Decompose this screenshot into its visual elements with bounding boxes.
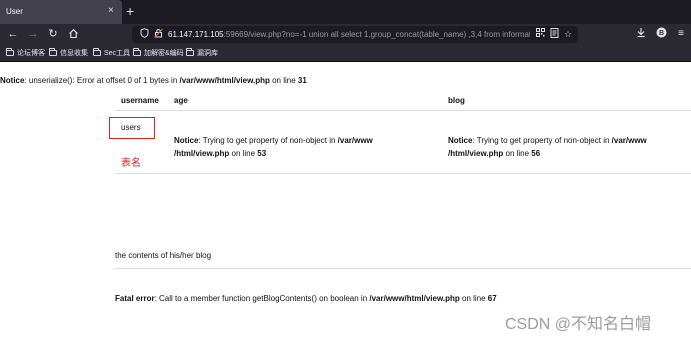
age-cell-notice: Notice: Trying to get property of non-ob…	[174, 134, 373, 160]
bookmark-label: 加解密&编码	[144, 50, 184, 57]
notice-path: /var/www	[337, 136, 373, 145]
bookmark-folder-1[interactable]: 信息收集	[49, 48, 88, 59]
notice-label: Notice	[448, 136, 473, 145]
back-arrow-icon[interactable]: ←	[6, 27, 20, 41]
notice-message: : unserialize(): Error at offset 0 of 1 …	[24, 76, 180, 85]
tab-title: User	[6, 7, 23, 16]
bookmark-label: 信息收集	[60, 50, 88, 57]
menu-icon[interactable]: ≡	[674, 27, 688, 41]
bookmark-star-icon[interactable]: ☆	[562, 28, 574, 40]
notice-path: /html/view.php	[448, 149, 504, 158]
navigation-toolbar: ← → ↻ 61.147.171.105:59669/view.php?no=-…	[0, 24, 691, 45]
table-divider	[115, 173, 691, 174]
notice-message: : Trying to get property of non-object i…	[198, 136, 338, 145]
address-bar[interactable]: 61.147.171.105:59669/view.php?no=-1 unio…	[132, 26, 578, 43]
tab-user[interactable]: User ×	[0, 0, 122, 24]
svg-text:B: B	[658, 30, 663, 37]
forward-arrow-icon[interactable]: →	[26, 27, 40, 41]
watermark: CSDN @不知名白帽	[505, 316, 652, 333]
notice-label: Notice	[174, 136, 199, 145]
header-age: age	[174, 96, 188, 105]
tab-bar: User × +	[0, 0, 691, 24]
bookmark-label: 漏洞库	[197, 50, 218, 57]
blog-cell-notice: Notice: Trying to get property of non-ob…	[448, 134, 647, 160]
folder-icon	[93, 48, 101, 56]
bookmark-folder-0[interactable]: 论坛博客	[6, 48, 45, 59]
bookmarks-toolbar: 论坛博客 信息收集 Sec工具 加解密&编码 漏洞库	[0, 45, 691, 62]
close-tab-icon[interactable]: ×	[108, 5, 114, 17]
download-icon[interactable]	[634, 27, 648, 41]
reload-icon[interactable]: ↻	[46, 27, 60, 41]
fatal-error: Fatal error: Call to a member function g…	[115, 294, 497, 303]
home-icon[interactable]	[66, 27, 80, 41]
new-tab-button[interactable]: +	[126, 3, 134, 19]
blog-contents-text: the contents of his/her blog	[115, 251, 212, 260]
fatal-path: /var/www/html/view.php	[369, 294, 460, 303]
folder-icon	[6, 48, 14, 56]
fatal-line-number: 67	[487, 294, 497, 303]
annotation-table-name: 表名	[121, 158, 141, 169]
url-path: :59669/view.php?no=-1 union all select 1…	[223, 30, 530, 39]
notice-unserialize: Notice: unserialize(): Error at offset 0…	[0, 76, 307, 85]
notice-on-line: on line	[269, 76, 298, 85]
header-blog: blog	[448, 96, 465, 105]
qr-code-icon[interactable]	[534, 28, 546, 40]
fatal-label: Fatal error	[115, 294, 155, 303]
shield-icon[interactable]	[138, 28, 150, 40]
folder-icon	[133, 48, 141, 56]
notice-line-number: 56	[531, 149, 541, 158]
notice-path: /var/www	[611, 136, 647, 145]
notice-message: : Trying to get property of non-object i…	[472, 136, 612, 145]
fatal-on-line: on line	[459, 294, 488, 303]
bookmark-folder-2[interactable]: Sec工具	[93, 48, 130, 59]
notice-line-number: 53	[257, 149, 267, 158]
username-cell: users	[121, 123, 141, 132]
bookmark-label: Sec工具	[104, 50, 131, 57]
bookmark-folder-4[interactable]: 漏洞库	[186, 48, 218, 59]
notice-on-line: on line	[503, 149, 532, 158]
url-host: 61.147.171.105	[168, 30, 224, 39]
folder-icon	[49, 48, 57, 56]
url-text[interactable]: 61.147.171.105:59669/view.php?no=-1 unio…	[168, 29, 530, 40]
bookmark-folder-3[interactable]: 加解密&编码	[133, 48, 184, 59]
fatal-message: : Call to a member function getBlogConte…	[154, 294, 370, 303]
content-divider	[115, 268, 691, 269]
insecure-lock-icon[interactable]	[152, 28, 164, 40]
folder-icon	[186, 48, 194, 56]
table-divider	[115, 110, 691, 111]
notice-path: /html/view.php	[174, 149, 230, 158]
extension-icon[interactable]: B	[654, 27, 668, 41]
bookmark-label: 论坛博客	[17, 50, 45, 57]
reader-view-icon[interactable]	[548, 28, 560, 40]
notice-path: /var/www/html/view.php	[179, 76, 270, 85]
notice-line-number: 31	[297, 76, 307, 85]
notice-label: Notice	[0, 76, 25, 85]
header-username: username	[121, 96, 159, 105]
notice-on-line: on line	[229, 149, 258, 158]
